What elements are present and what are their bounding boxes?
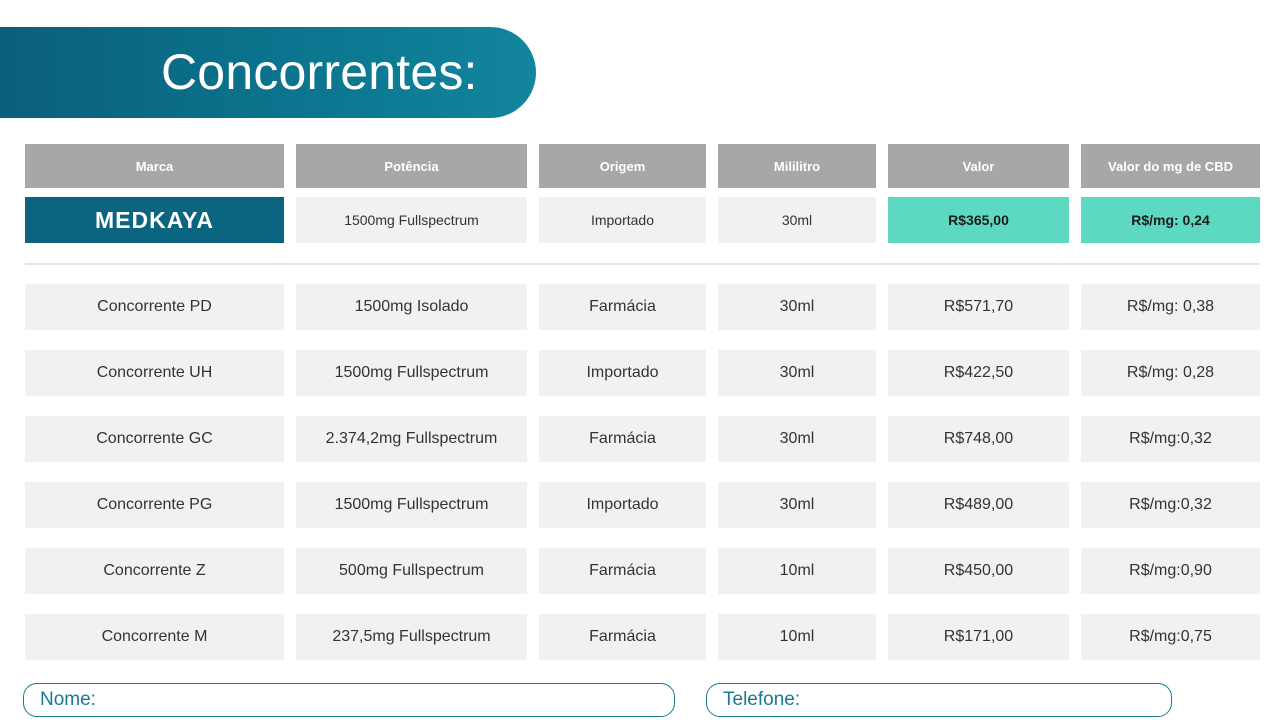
- nome-label: Nome:: [40, 689, 96, 710]
- row-valor: R$450,00: [888, 548, 1069, 594]
- row-origem: Farmácia: [539, 284, 706, 330]
- row-marca: Concorrente PG: [25, 482, 284, 528]
- row-marca: Concorrente PD: [25, 284, 284, 330]
- row-valor: R$422,50: [888, 350, 1069, 396]
- page-title: Concorrentes:: [161, 44, 478, 100]
- row-marca: Concorrente UH: [25, 350, 284, 396]
- row-valor-mg: R$/mg: 0,28: [1081, 350, 1260, 396]
- table-divider: [25, 263, 1260, 265]
- row-valor-mg: R$/mg:0,32: [1081, 416, 1260, 462]
- title-banner: Concorrentes:: [0, 27, 536, 118]
- nome-field[interactable]: Nome:: [23, 683, 675, 717]
- row-mililitro: 30ml: [718, 482, 876, 528]
- row-mililitro: 30ml: [718, 284, 876, 330]
- row-valor: R$748,00: [888, 416, 1069, 462]
- header-marca: Marca: [25, 144, 284, 188]
- row-origem: Importado: [539, 350, 706, 396]
- header-valor-mg: Valor do mg de CBD: [1081, 144, 1260, 188]
- featured-marca: MEDKAYA: [25, 197, 284, 243]
- row-potencia: 237,5mg Fullspectrum: [296, 614, 527, 660]
- row-origem: Importado: [539, 482, 706, 528]
- featured-valor-mg: R$/mg: 0,24: [1081, 197, 1260, 243]
- row-valor-mg: R$/mg: 0,38: [1081, 284, 1260, 330]
- row-origem: Farmácia: [539, 416, 706, 462]
- telefone-field[interactable]: Telefone:: [706, 683, 1172, 717]
- row-potencia: 2.374,2mg Fullspectrum: [296, 416, 527, 462]
- row-marca: Concorrente Z: [25, 548, 284, 594]
- header-mililitro: Mililitro: [718, 144, 876, 188]
- row-mililitro: 10ml: [718, 548, 876, 594]
- row-potencia: 500mg Fullspectrum: [296, 548, 527, 594]
- row-valor-mg: R$/mg:0,90: [1081, 548, 1260, 594]
- row-marca: Concorrente GC: [25, 416, 284, 462]
- row-potencia: 1500mg Isolado: [296, 284, 527, 330]
- row-valor: R$489,00: [888, 482, 1069, 528]
- featured-potencia: 1500mg Fullspectrum: [296, 197, 527, 243]
- header-potencia: Potência: [296, 144, 527, 188]
- telefone-label: Telefone:: [723, 689, 801, 710]
- row-potencia: 1500mg Fullspectrum: [296, 482, 527, 528]
- header-origem: Origem: [539, 144, 706, 188]
- row-mililitro: 30ml: [718, 416, 876, 462]
- row-valor-mg: R$/mg:0,32: [1081, 482, 1260, 528]
- row-origem: Farmácia: [539, 548, 706, 594]
- row-mililitro: 10ml: [718, 614, 876, 660]
- featured-valor: R$365,00: [888, 197, 1069, 243]
- featured-origem: Importado: [539, 197, 706, 243]
- featured-mililitro: 30ml: [718, 197, 876, 243]
- row-valor: R$171,00: [888, 614, 1069, 660]
- row-mililitro: 30ml: [718, 350, 876, 396]
- header-valor: Valor: [888, 144, 1069, 188]
- row-marca: Concorrente M: [25, 614, 284, 660]
- row-potencia: 1500mg Fullspectrum: [296, 350, 527, 396]
- row-valor: R$571,70: [888, 284, 1069, 330]
- row-valor-mg: R$/mg:0,75: [1081, 614, 1260, 660]
- row-origem: Farmácia: [539, 614, 706, 660]
